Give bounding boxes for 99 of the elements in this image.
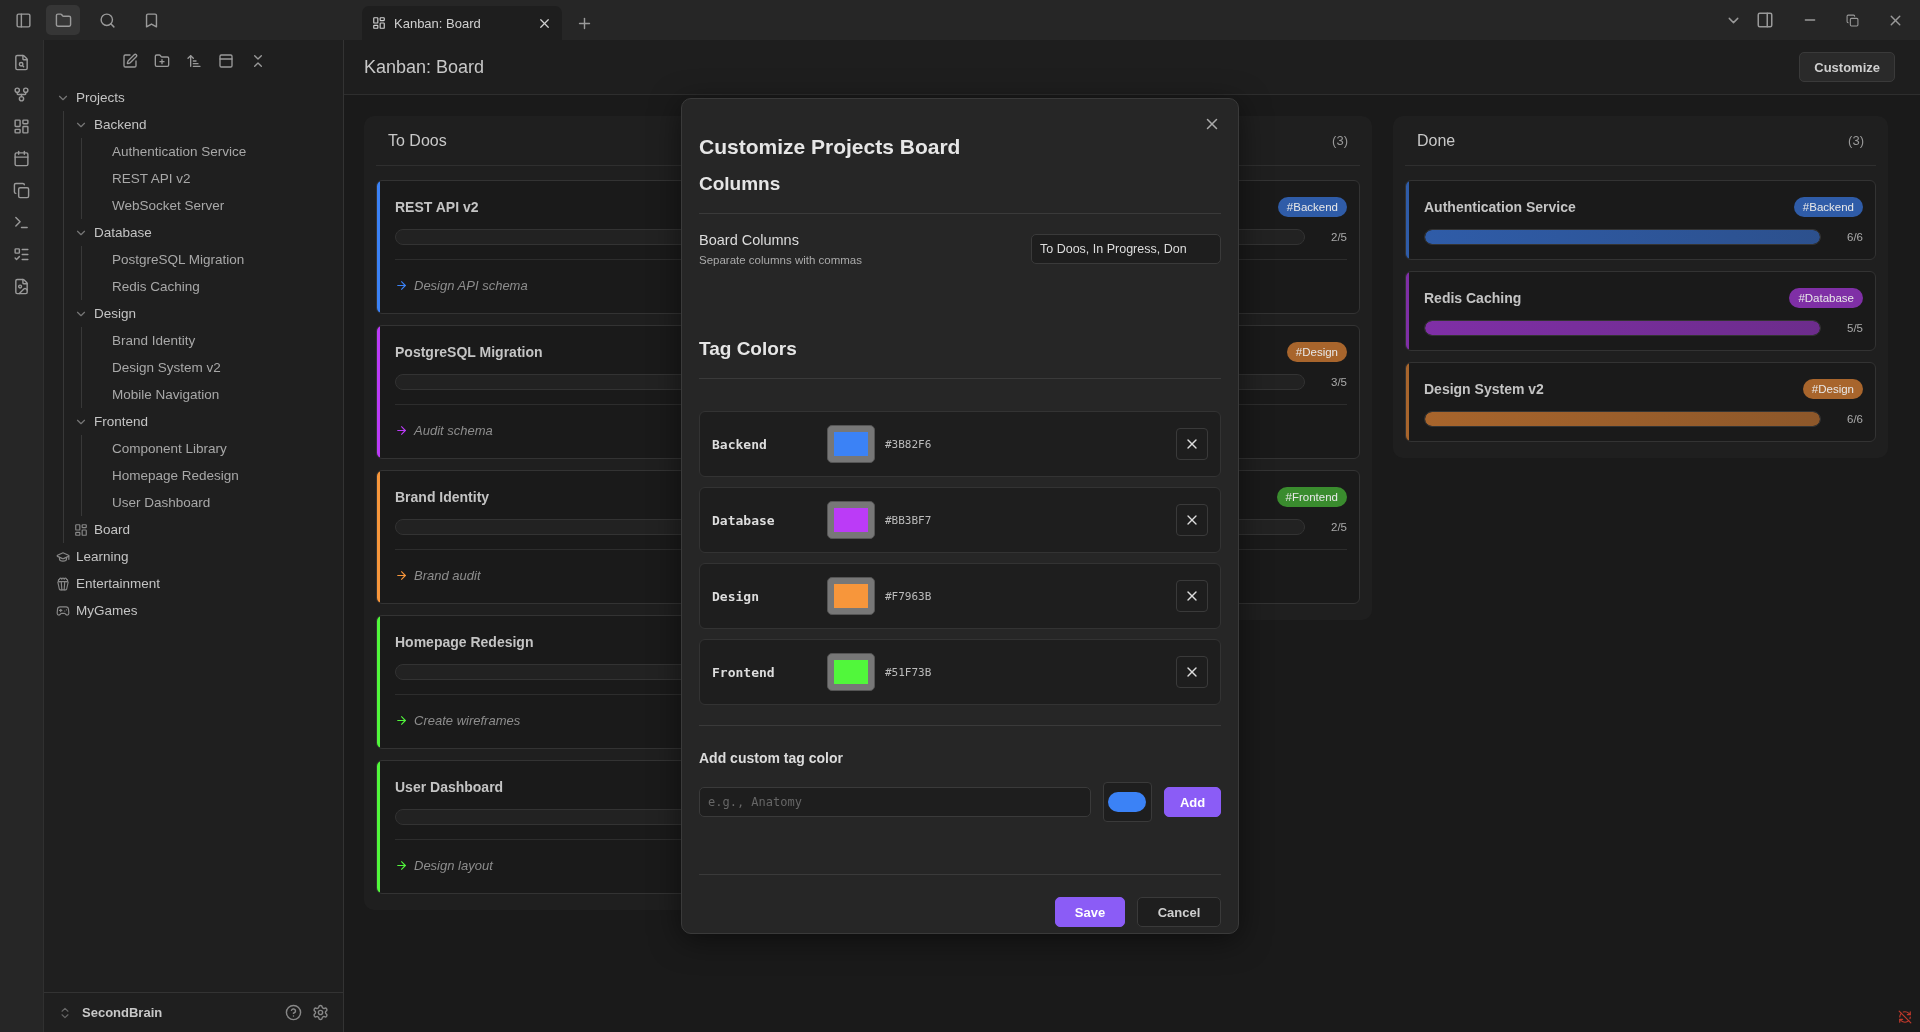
progress-count: 6/6 — [1846, 413, 1863, 425]
file-item[interactable]: Brand Identity — [112, 333, 196, 348]
save-button[interactable]: Save — [1055, 897, 1125, 927]
right-sidebar-icon[interactable] — [1756, 11, 1774, 29]
task-card[interactable]: Authentication Service #Backend 6/6 — [1405, 180, 1876, 260]
tag-badge: #Backend — [1793, 197, 1863, 217]
arrow-icon — [395, 569, 408, 582]
progress-count: 5/5 — [1846, 322, 1863, 334]
setting-description: Separate columns with commas — [699, 254, 862, 266]
help-icon[interactable] — [285, 1004, 302, 1021]
folder-item[interactable]: Database — [94, 225, 152, 240]
arrow-icon — [395, 859, 408, 872]
card-title: Authentication Service — [1424, 199, 1576, 215]
card-title: PostgreSQL Migration — [395, 344, 543, 360]
next-step: Create wireframes — [414, 713, 521, 728]
switch-vault-icon[interactable] — [58, 1005, 72, 1020]
color-swatch[interactable] — [827, 501, 875, 539]
vault-name[interactable]: SecondBrain — [82, 1005, 275, 1020]
remove-button[interactable] — [1176, 504, 1208, 536]
next-step: Audit schema — [414, 423, 493, 438]
graduation-cap-icon — [56, 549, 70, 564]
files-nav-button[interactable] — [46, 5, 80, 35]
file-item[interactable]: Mobile Navigation — [112, 387, 220, 402]
file-item[interactable]: Component Library — [112, 441, 227, 456]
gamepad-icon — [56, 603, 70, 618]
arrow-icon — [395, 424, 408, 437]
setting-label: Board Columns — [699, 232, 800, 248]
tab[interactable]: Kanban: Board — [362, 6, 562, 40]
tag-badge: #Design — [1286, 342, 1347, 362]
file-item[interactable]: User Dashboard — [112, 495, 211, 510]
tag-name: Backend — [712, 436, 768, 452]
color-picker[interactable] — [1102, 782, 1153, 822]
tag-name: Frontend — [712, 664, 776, 680]
card-title: Design System v2 — [1424, 381, 1544, 397]
cancel-button[interactable]: Cancel — [1137, 897, 1221, 927]
restore-icon[interactable] — [1846, 13, 1859, 27]
section-heading: Tag Colors — [699, 338, 1221, 379]
color-swatch[interactable] — [827, 577, 875, 615]
file-item[interactable]: Redis Caching — [112, 279, 200, 294]
view-title: Kanban: Board — [364, 56, 485, 78]
grid-icon — [74, 522, 88, 537]
folder-item[interactable]: Frontend — [94, 414, 149, 429]
grid-icon — [372, 16, 386, 30]
card-title: REST API v2 — [395, 199, 479, 215]
folder-item[interactable]: Backend — [94, 117, 147, 132]
folder-icon — [54, 11, 72, 29]
column-count: (3) — [1332, 133, 1348, 148]
progress-count: 6/6 — [1846, 231, 1863, 243]
card-title: Redis Caching — [1424, 290, 1522, 306]
file-item[interactable]: Design System v2 — [112, 360, 221, 375]
folder-item[interactable]: Board — [94, 522, 131, 537]
column-title: To Doos — [388, 131, 447, 150]
file-item[interactable]: WebSocket Server — [112, 198, 225, 213]
tag-badge: #Backend — [1277, 197, 1347, 217]
tab-title: Kanban: Board — [394, 15, 482, 31]
next-step: Design API schema — [414, 278, 528, 293]
progress-count: 3/5 — [1330, 376, 1347, 388]
arrow-icon — [395, 279, 408, 292]
folder-item[interactable]: Projects — [76, 90, 125, 105]
task-card[interactable]: Design System v2 #Design 6/6 — [1405, 362, 1876, 442]
tag-name: Database — [712, 512, 776, 528]
next-step: Brand audit — [414, 568, 481, 583]
tag-name: Design — [712, 588, 760, 604]
card-title: User Dashboard — [395, 779, 504, 795]
section-heading: Columns — [699, 173, 1221, 214]
file-item[interactable]: Homepage Redesign — [112, 468, 239, 483]
progress-count: 2/5 — [1330, 231, 1347, 243]
tag-badge: #Design — [1802, 379, 1863, 399]
columns-input-field[interactable]: To Doos, In Progress, Don — [1031, 234, 1221, 264]
folder-item[interactable]: Entertainment — [76, 576, 161, 591]
tag-badge: #Frontend — [1276, 487, 1347, 507]
sync-off-icon[interactable] — [1898, 1010, 1912, 1024]
settings-icon[interactable] — [312, 1004, 329, 1021]
remove-button[interactable] — [1176, 580, 1208, 612]
file-item[interactable]: PostgreSQL Migration — [112, 252, 245, 267]
remove-button[interactable] — [1176, 428, 1208, 460]
add-button[interactable]: Add — [1164, 787, 1221, 817]
folder-item[interactable]: MyGames — [76, 603, 138, 618]
card-title: Homepage Redesign — [395, 634, 534, 650]
progress-count: 2/5 — [1330, 521, 1347, 533]
popcorn-icon — [56, 576, 70, 591]
arrow-icon — [395, 714, 408, 727]
folder-item[interactable]: Learning — [76, 549, 129, 564]
remove-button[interactable] — [1176, 656, 1208, 688]
task-card[interactable]: Redis Caching #Database 5/5 — [1405, 271, 1876, 351]
color-swatch[interactable] — [827, 425, 875, 463]
file-item[interactable]: Authentication Service — [112, 144, 247, 159]
customize-button[interactable]: Customize — [1799, 52, 1895, 82]
tag-badge: #Database — [1789, 288, 1863, 308]
card-title: Brand Identity — [395, 489, 490, 505]
folder-item[interactable]: Design — [94, 306, 137, 321]
file-item[interactable]: REST API v2 — [112, 171, 191, 186]
dialog-title: Customize Projects Board — [699, 135, 962, 159]
column-count: (3) — [1848, 133, 1864, 148]
next-step: Design layout — [414, 858, 493, 873]
column-title: Done — [1417, 131, 1456, 150]
tag-name-input-field[interactable]: e.g., Anatomy — [699, 787, 1091, 817]
search-icon — [98, 11, 116, 29]
color-swatch[interactable] — [827, 653, 875, 691]
